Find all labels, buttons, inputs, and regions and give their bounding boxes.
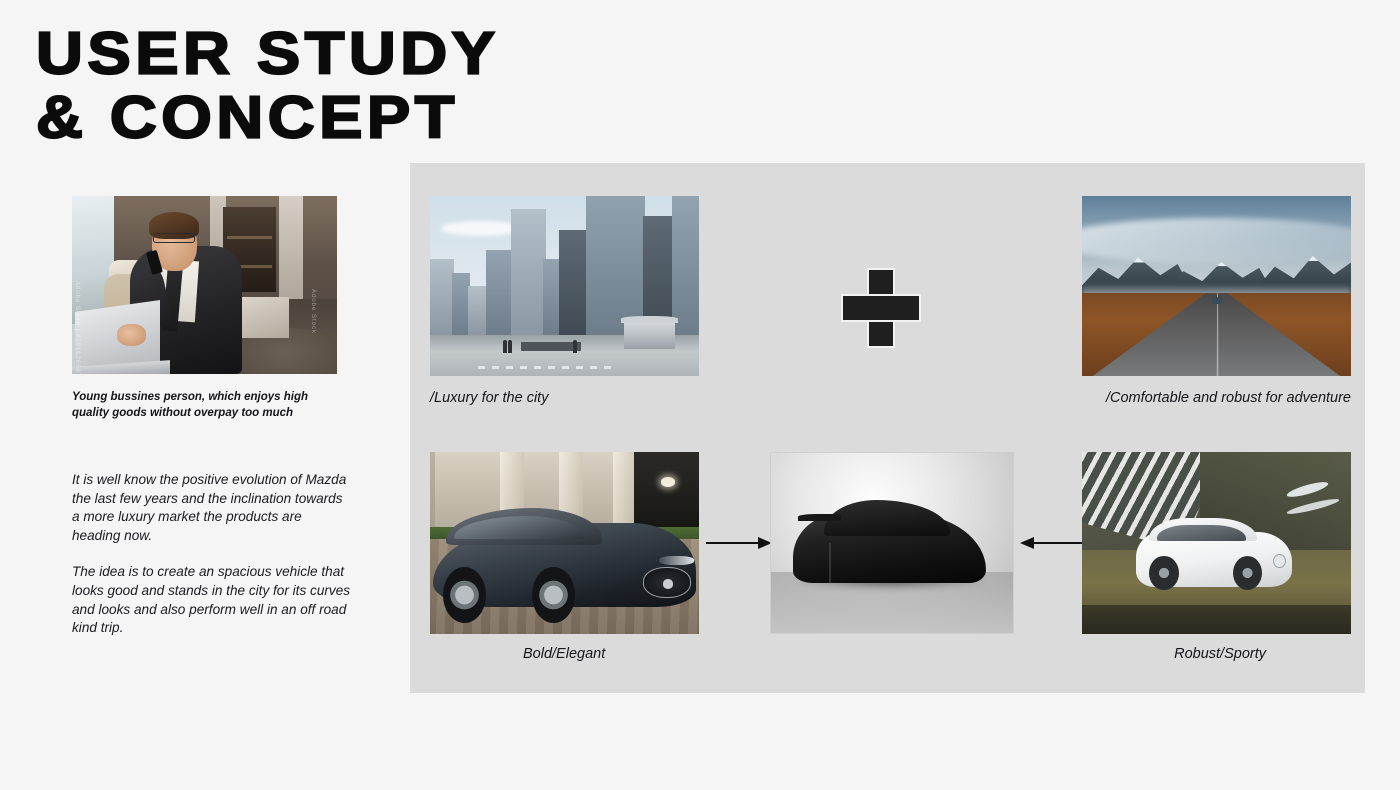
suv-photo xyxy=(1082,452,1351,634)
page-title-line-2: & CONCEPT xyxy=(35,84,459,151)
coupe-street-lamp xyxy=(661,477,675,487)
mountain-road-photo xyxy=(1082,196,1351,376)
city-building xyxy=(510,208,546,335)
city-pedestrian xyxy=(572,339,577,353)
suv-foreground-rock xyxy=(1082,604,1351,634)
persona-photo: Adobe Stock | #291626587 Adobe Stock xyxy=(72,196,337,374)
city-building xyxy=(586,196,646,335)
road-caption: /Comfortable and robust for adventure xyxy=(1105,390,1351,406)
coupe-headlight xyxy=(658,555,694,565)
glasses-icon xyxy=(152,233,196,244)
persona-caption: Young bussines person, which enjoys high… xyxy=(72,391,308,419)
persona-hand xyxy=(117,324,147,346)
covered-concept-photo xyxy=(770,452,1014,634)
stock-watermark-right: Adobe Stock xyxy=(309,288,316,334)
arrow-head xyxy=(1020,537,1034,549)
coupe-front-wheel xyxy=(532,566,576,624)
arrow-shaft xyxy=(1030,542,1086,544)
suv-caption: Robust/Sporty xyxy=(1174,646,1266,662)
city-pedestrian xyxy=(502,339,507,353)
coupe-pillar xyxy=(612,452,635,529)
city-cloud xyxy=(440,221,522,236)
road-distant-vehicle xyxy=(1212,296,1222,304)
city-median xyxy=(521,341,581,351)
body-paragraph-2: The idea is to create an spacious vehicl… xyxy=(72,564,351,636)
page-title-line-1: USER STUDY xyxy=(35,20,500,87)
arrow-right-icon xyxy=(706,536,774,550)
stock-watermark-left: Adobe Stock | #291626587 xyxy=(74,281,80,374)
body-copy: It is well know the positive evolution o… xyxy=(72,471,352,638)
mazda-coupe-photo xyxy=(430,452,699,634)
plus-icon-horizontal-bar xyxy=(841,294,921,322)
city-building xyxy=(486,250,514,335)
city-photo xyxy=(430,196,699,376)
coupe-caption: Bold/Elegant xyxy=(523,646,606,662)
suv-windows xyxy=(1157,524,1247,542)
covered-car-tail xyxy=(797,514,842,522)
page-title: USER STUDY & CONCEPT xyxy=(35,20,596,151)
city-building xyxy=(672,196,699,335)
cover-fold xyxy=(829,543,832,583)
persona-ottoman xyxy=(236,297,290,339)
plus-icon xyxy=(841,268,921,348)
road-clouds xyxy=(1082,217,1351,265)
user-study-column: Adobe Stock | #291626587 Adobe Stock You… xyxy=(72,196,372,638)
mazda-badge-icon xyxy=(662,579,674,589)
arrow-shaft xyxy=(706,542,762,544)
city-kiosk xyxy=(620,316,678,349)
suv-rear-wheel xyxy=(1149,555,1179,591)
city-pedestrian xyxy=(508,339,512,353)
concept-panel: /Luxury for the city /Comfortable and ro… xyxy=(410,163,1365,693)
city-building xyxy=(559,230,589,335)
body-paragraph-1: It is well know the positive evolution o… xyxy=(72,472,347,543)
city-caption: /Luxury for the city xyxy=(430,390,549,406)
city-crosswalk xyxy=(478,365,619,369)
arrow-left-icon xyxy=(1018,536,1086,550)
